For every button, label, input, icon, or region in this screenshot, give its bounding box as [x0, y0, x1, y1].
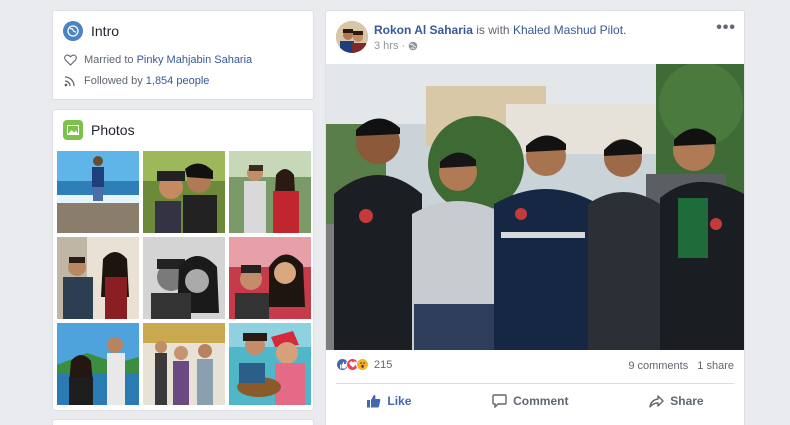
author-avatar[interactable]: [336, 21, 368, 53]
photo-thumbnail[interactable]: [143, 151, 225, 233]
photos-icon: [63, 120, 83, 140]
post-header: Rokon Al Saharia is with Khaled Mashud P…: [374, 23, 626, 37]
followers-row: Followed by 1,854 people: [53, 74, 313, 88]
post-stats: 9 comments 1 share: [622, 360, 734, 372]
like-label: Like: [387, 394, 412, 408]
like-button[interactable]: Like: [350, 389, 427, 413]
photo-thumbnail[interactable]: [143, 237, 225, 319]
photo-thumbnail[interactable]: [143, 323, 225, 405]
photos-header: Photos: [53, 110, 313, 140]
photo-thumbnail[interactable]: [229, 323, 311, 405]
photo-grid: [57, 151, 311, 405]
wow-reaction-icon: [356, 358, 369, 371]
followed-prefix: Followed by: [84, 75, 143, 87]
reaction-count: 215: [374, 358, 393, 371]
intro-title: Intro: [91, 23, 120, 39]
share-icon: [649, 394, 664, 408]
with-text: is with: [476, 23, 510, 37]
photos-title[interactable]: Photos: [91, 122, 135, 138]
thumbs-up-icon: [366, 394, 381, 408]
next-card-edge: [52, 419, 314, 425]
post-options-button[interactable]: •••: [716, 19, 736, 37]
intro-header: Intro: [53, 11, 313, 41]
meta-dot: ·: [401, 40, 406, 52]
comment-label: Comment: [513, 394, 569, 408]
share-label: Share: [670, 394, 704, 408]
globe-icon: [63, 21, 83, 41]
tagged-person[interactable]: Khaled Mashud Pilot.: [513, 23, 626, 37]
globe-icon[interactable]: [408, 41, 418, 51]
comment-button[interactable]: Comment: [476, 389, 584, 413]
heart-icon: [63, 53, 77, 67]
post-card: Rokon Al Saharia is with Khaled Mashud P…: [325, 10, 745, 425]
married-prefix: Married to: [84, 54, 134, 66]
photo-thumbnail[interactable]: [229, 151, 311, 233]
married-row: Married to Pinky Mahjabin Saharia: [53, 53, 313, 67]
photo-thumbnail[interactable]: [229, 237, 311, 319]
photos-card: Photos: [52, 109, 314, 411]
spouse-link[interactable]: Pinky Mahjabin Saharia: [137, 54, 253, 66]
author-name[interactable]: Rokon Al Saharia: [374, 23, 473, 37]
shares-count-link[interactable]: 1 share: [697, 360, 734, 372]
actions-divider: [336, 383, 734, 384]
post-actions: Like Comment Share: [326, 389, 744, 413]
intro-card: Intro Married to Pinky Mahjabin Saharia …: [52, 10, 314, 100]
share-button[interactable]: Share: [633, 389, 719, 413]
post-time[interactable]: 3 hrs: [374, 40, 398, 52]
rss-icon: [63, 74, 77, 88]
photo-thumbnail[interactable]: [57, 151, 139, 233]
followers-link[interactable]: 1,854 people: [146, 75, 210, 87]
reactions-summary[interactable]: 215: [336, 358, 392, 371]
post-meta: 3 hrs ·: [374, 40, 418, 52]
photo-thumbnail[interactable]: [57, 237, 139, 319]
photo-thumbnail[interactable]: [57, 323, 139, 405]
comment-icon: [492, 394, 507, 408]
post-photo[interactable]: [326, 64, 744, 350]
comments-count-link[interactable]: 9 comments: [628, 360, 688, 372]
